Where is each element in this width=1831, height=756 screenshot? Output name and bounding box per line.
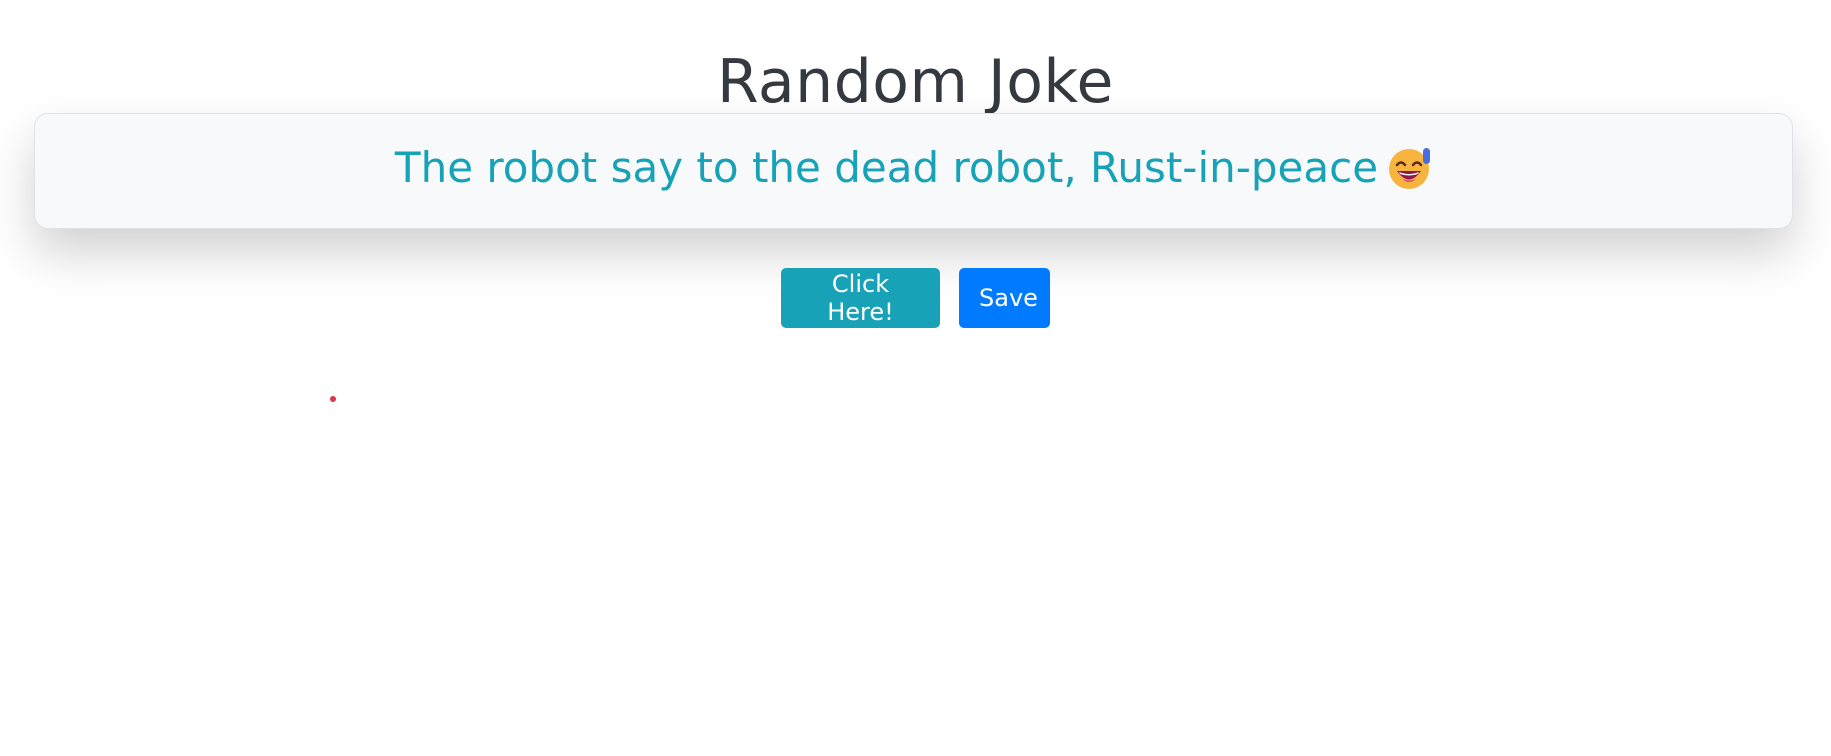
click-here-button[interactable]: Click Here! (781, 268, 940, 328)
joke-text-line: The robot say to the dead robot, Rust-in… (395, 143, 1432, 192)
action-buttons: Click Here! Save (0, 268, 1831, 328)
page-title: Random Joke (717, 47, 1114, 118)
save-button[interactable]: Save (959, 268, 1050, 328)
page: Random Joke The robot say to the dead ro… (0, 0, 1831, 756)
joke-card: The robot say to the dead robot, Rust-in… (34, 113, 1793, 229)
grinning-sweat-emoji-icon (1388, 146, 1432, 190)
joke-text: The robot say to the dead robot, Rust-in… (394, 142, 1379, 192)
red-dot-marker (330, 396, 336, 402)
